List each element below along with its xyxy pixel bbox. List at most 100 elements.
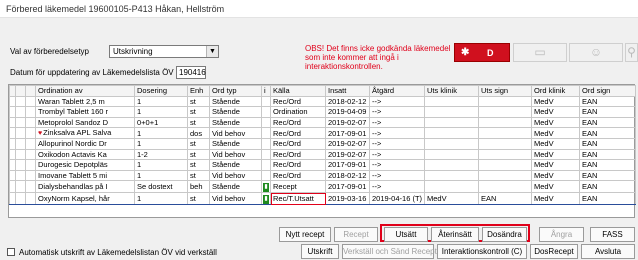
chevron-down-icon[interactable]: ▼ bbox=[206, 46, 218, 57]
table-row[interactable]: Trombyl Tablett 160 r 1st Stående Ordinatio… bbox=[9, 106, 636, 118]
utskrift-button[interactable]: Utskrift bbox=[301, 244, 339, 259]
green-info-icon[interactable]: ▮ bbox=[263, 183, 269, 192]
dosrecept-button[interactable]: DosRecept bbox=[530, 244, 578, 259]
cell-uts-clinic bbox=[424, 106, 479, 118]
interaction-check-button[interactable]: Interaktionskontroll (C) bbox=[437, 244, 527, 259]
row-marker-cell bbox=[25, 106, 36, 118]
cell-source: Rec/Ord bbox=[270, 127, 326, 139]
angra-button[interactable]: Ångra bbox=[539, 227, 584, 242]
cell-action: --> bbox=[369, 180, 425, 193]
verkstall-button[interactable]: Verkställ och Sänd Recept bbox=[342, 244, 437, 259]
cell-type: Stående bbox=[209, 116, 262, 128]
column-header[interactable]: Insatt bbox=[325, 85, 370, 97]
auto-print-checkbox[interactable] bbox=[7, 248, 15, 256]
cell-start: 2017-09-01 bbox=[325, 159, 370, 171]
cell-unit: beh bbox=[187, 180, 210, 193]
table-row[interactable]: Imovane Tablett 5 mi 1st Vid behov Rec/Ord 2… bbox=[9, 169, 636, 181]
cell-info: ▮ bbox=[261, 180, 271, 193]
cell-type: Stående bbox=[209, 180, 262, 193]
cell-text: Zinksalva APL Salva bbox=[43, 128, 112, 138]
column-header[interactable]: Ordination av bbox=[35, 85, 135, 97]
column-header[interactable] bbox=[25, 85, 36, 97]
column-header[interactable]: Åtgärd bbox=[369, 85, 425, 97]
cell-action: --> bbox=[369, 116, 425, 128]
table-header: Ordination av Dosering Enh Ord typ i Källa Ins… bbox=[9, 85, 636, 97]
cell-name: ♥Zinksalva APL Salva bbox=[35, 127, 135, 139]
column-header[interactable]: Uts klinik bbox=[424, 85, 479, 97]
row-marker-cell bbox=[25, 159, 36, 171]
cell-type: Vid behov bbox=[209, 192, 262, 205]
avsluta-button[interactable]: Avsluta bbox=[581, 244, 635, 259]
dosandra-button[interactable]: Dosändra bbox=[482, 227, 527, 242]
table-row[interactable]: Oxikodon Actavis Ka 1-2 st Vid behov Rec/Ord… bbox=[9, 148, 636, 160]
cell-type: Vid behov bbox=[209, 169, 262, 181]
row-marker-cell bbox=[25, 138, 36, 150]
type-select-value: Utskrivning bbox=[113, 47, 153, 56]
cell-start: 2018-02-12 bbox=[325, 95, 370, 107]
cell-ord-clinic: MedV bbox=[531, 180, 580, 193]
cell-uts-sign bbox=[478, 116, 532, 128]
column-header[interactable]: Uts sign bbox=[478, 85, 532, 97]
cell-dose: Se dostext bbox=[134, 180, 188, 193]
cell-uts-clinic bbox=[424, 127, 479, 139]
cell-ord-sign: EAN bbox=[579, 192, 636, 205]
cell-info bbox=[261, 159, 271, 171]
fass-button[interactable]: FASS bbox=[590, 227, 635, 242]
cell-info bbox=[261, 106, 271, 118]
column-header[interactable]: Enh bbox=[187, 85, 210, 97]
row-marker-cell bbox=[15, 127, 26, 139]
d-button[interactable]: ✱ D bbox=[454, 43, 510, 62]
cell-ord-clinic: MedV bbox=[531, 95, 580, 107]
person-icon[interactable]: ☺ bbox=[569, 43, 623, 62]
recipe-button[interactable]: Recept bbox=[334, 227, 378, 242]
cell-name: Waran Tablett 2,5 m bbox=[35, 95, 135, 107]
warning-text: OBS! Det finns icke godkända läkemedel s… bbox=[305, 44, 451, 71]
walking-person-icon[interactable]: ⚲ bbox=[625, 43, 638, 62]
date-input[interactable]: 190416 bbox=[176, 66, 206, 79]
new-recipe-button[interactable]: Nytt recept bbox=[279, 227, 331, 242]
cell-start: 2018-02-12 bbox=[325, 169, 370, 181]
cell-uts-sign bbox=[478, 127, 532, 139]
cell-start: 2019-04-09 bbox=[325, 106, 370, 118]
cell-unit: st bbox=[187, 116, 210, 128]
cell-uts-clinic bbox=[424, 148, 479, 160]
star-icon: ✱ bbox=[461, 47, 470, 58]
utsatt-button[interactable]: Utsätt bbox=[384, 227, 428, 242]
column-header[interactable] bbox=[15, 85, 26, 97]
cell-unit: st bbox=[187, 95, 210, 107]
cell-info bbox=[261, 169, 271, 181]
flag-icon: ♥ bbox=[38, 130, 43, 137]
cell-source: Rec/T.Utsatt bbox=[270, 192, 326, 205]
cell-start: 2019-02-07 bbox=[325, 116, 370, 128]
cell-name: Imovane Tablett 5 mi bbox=[35, 169, 135, 181]
table-row[interactable]: Durogesic Depotpläs 1st Stående Rec/Ord 2017… bbox=[9, 159, 636, 171]
column-header[interactable]: Källa bbox=[270, 85, 326, 97]
tablet-icon[interactable]: ▭ bbox=[513, 43, 567, 62]
ateruinsatt-button[interactable]: Återinsätt bbox=[431, 227, 479, 242]
table-row[interactable]: OxyNorm Kapsel, hår 1st Vid behov ▮ Rec/T.Ut… bbox=[9, 192, 636, 205]
table-row[interactable]: Waran Tablett 2,5 m 1st Stående Rec/Ord 2018… bbox=[9, 95, 636, 107]
table-row[interactable]: Metoprolol Sandoz D 0+0+1 st Stående Rec/Ord… bbox=[9, 116, 636, 128]
cell-source: Ordination bbox=[270, 106, 326, 118]
cell-action: --> bbox=[369, 159, 425, 171]
column-header[interactable]: Ord klinik bbox=[531, 85, 580, 97]
cell-type: Vid behov bbox=[209, 127, 262, 139]
column-header[interactable]: Dosering bbox=[134, 85, 188, 97]
cell-action: --> bbox=[369, 138, 425, 150]
column-header[interactable]: Ord sign bbox=[579, 85, 636, 97]
green-info-icon[interactable]: ▮ bbox=[263, 195, 269, 204]
row-marker-cell bbox=[15, 169, 26, 181]
cell-name: Durogesic Depotpläs bbox=[35, 159, 135, 171]
table-row[interactable]: Dialysbehandlas på I Se dostext beh Stående… bbox=[9, 180, 636, 193]
cell-start: 2019-02-07 bbox=[325, 148, 370, 160]
table-row[interactable]: Allopurinol Nordic Dr 1st Stående Rec/Ord 20… bbox=[9, 138, 636, 150]
cell-info bbox=[261, 127, 271, 139]
cell-ord-sign: EAN bbox=[579, 127, 636, 139]
column-header[interactable]: Ord typ bbox=[209, 85, 262, 97]
table-row[interactable]: ♥Zinksalva APL Salva 1 dos Vid behov Rec/Ord… bbox=[9, 127, 636, 139]
cell-type: Stående bbox=[209, 106, 262, 118]
column-header[interactable]: i bbox=[261, 85, 271, 97]
cell-unit: st bbox=[187, 148, 210, 160]
cell-dose: 1 bbox=[134, 192, 188, 205]
type-select[interactable]: Utskrivning ▼ bbox=[109, 45, 219, 58]
